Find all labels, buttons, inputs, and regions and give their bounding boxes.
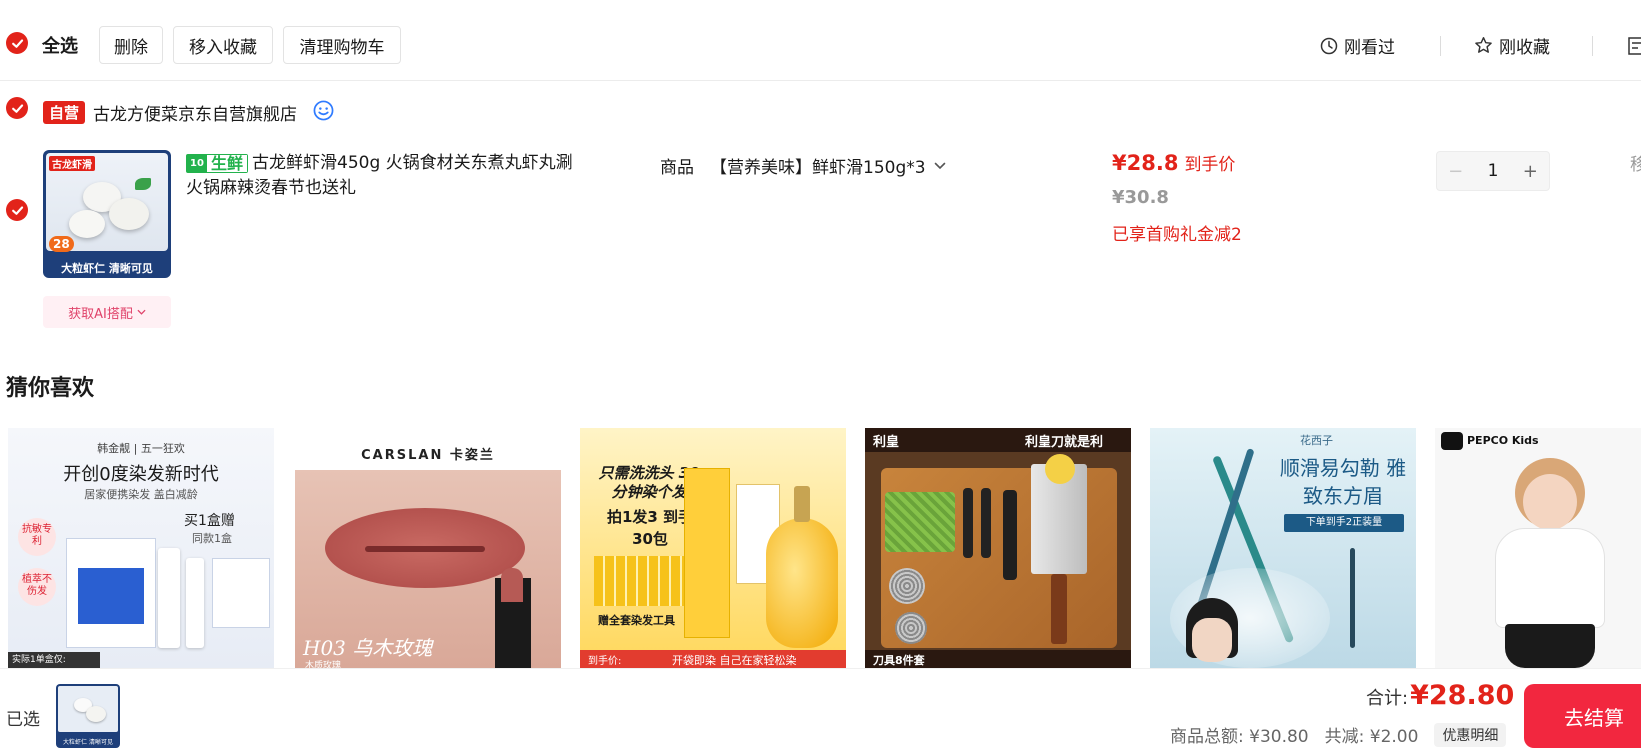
checkmark-icon: [11, 103, 23, 113]
item-checkbox[interactable]: [6, 199, 28, 221]
recommend-card[interactable]: 只需洗洗头 30分钟染个发 拍1发3 到手30包 赠全套染发工具 到手价: 开袋…: [580, 428, 846, 668]
card-headline: H03 乌木玫瑰: [303, 636, 433, 660]
toolbar-divider: [1440, 36, 1441, 56]
spec-selector[interactable]: 商品 【营养美味】鲜虾滑150g*3: [660, 153, 946, 178]
discount-detail-button[interactable]: 优惠明细: [1434, 722, 1507, 747]
card-sub: 居家便携染发 盖白减龄: [84, 488, 198, 501]
card-headline: 利皇刀就是利: [1025, 435, 1104, 450]
checkout-label: 去结算: [1564, 705, 1624, 730]
fresh-tag-icon: 10: [187, 155, 207, 172]
shop-header: 自营 古龙方便菜京东自营旗舰店: [43, 100, 334, 125]
recently-favorited-label: 刚收藏: [1499, 38, 1550, 58]
recommend-card[interactable]: 韩金靓 | 五一狂欢 开创0度染发新时代 居家便携染发 盖白减龄 抗敏专利 植萃…: [8, 428, 274, 668]
select-all-checkbox[interactable]: [6, 32, 28, 54]
card-foot: 赠全套染发工具: [598, 614, 675, 627]
toolbar-divider-line: [0, 80, 1641, 81]
fresh-tag-label: 生鲜: [207, 155, 248, 172]
recommend-card[interactable]: CARSLAN 卡姿兰 H03 乌木玫瑰 木质玫瑰: [295, 428, 561, 668]
shop-checkbox[interactable]: [6, 97, 28, 119]
spec-value: 【营养美味】鲜虾滑150g*3: [710, 158, 926, 178]
selected-item-thumbnail[interactable]: 大粒虾仁 清晰可见: [56, 684, 120, 748]
checkmark-icon: [11, 205, 23, 215]
checkout-button[interactable]: 去结算: [1524, 684, 1641, 748]
card-price-label: 到手价:: [588, 656, 622, 667]
fresh-tag: 10 生鲜: [186, 154, 249, 173]
total-value: ¥28.80: [1410, 680, 1515, 711]
card-brand: CARSLAN 卡姿兰: [361, 448, 495, 463]
original-price: ¥30.8: [1112, 187, 1169, 208]
decrease-button[interactable]: −: [1437, 161, 1474, 182]
price-block: ¥28.8 到手价: [1112, 150, 1235, 175]
card-sub: 下单到手2正装量: [1284, 514, 1404, 532]
recommend-card[interactable]: 利皇 利皇刀就是利 刀具8件套: [865, 428, 1131, 668]
card-foot: 实际1单盒仅:: [8, 652, 100, 668]
item-price: ¥28.8: [1112, 151, 1179, 175]
recently-viewed-label: 刚看过: [1344, 38, 1395, 58]
product-title-line1: 古龙鲜虾滑450g 火锅食材关东煮丸虾丸涮: [252, 153, 573, 173]
customer-service-icon[interactable]: [313, 100, 334, 125]
chevron-down-icon: [137, 309, 146, 315]
shop-name[interactable]: 古龙方便菜京东自营旗舰店: [93, 100, 297, 125]
recently-favorited-button[interactable]: 刚收藏: [1474, 33, 1550, 58]
card-badge: 植萃不伤发: [18, 568, 56, 606]
clock-icon: [1320, 37, 1338, 54]
self-operated-badge: 自营: [43, 101, 86, 124]
delete-button[interactable]: 删除: [99, 26, 163, 64]
card-brand: 利皇: [873, 435, 900, 450]
card-sub: 木质玫瑰: [305, 661, 342, 668]
product-thumbnail[interactable]: 古龙虾滑 28 大粒虾仁 清晰可见: [43, 150, 171, 278]
star-icon: [1475, 36, 1492, 53]
quantity-stepper[interactable]: − 1 +: [1436, 151, 1550, 191]
toolbar-divider: [1592, 36, 1593, 56]
product-title-line2: 火锅麻辣烫春节也送礼: [186, 178, 356, 198]
total-block: 合计: ¥28.80: [1366, 680, 1514, 711]
card-bottom: 开袋即染 自己在家轻松染: [672, 654, 797, 667]
card-brand: PEPCO Kids: [1467, 434, 1539, 447]
thumb-caption: 大粒虾仁 清晰可见: [63, 739, 113, 746]
card-headline: 顺滑易勾勒 雅致东方眉: [1279, 456, 1407, 508]
move-to-favorites-button[interactable]: 移入收藏: [173, 26, 273, 64]
card-headline: 开创0度染发新时代: [63, 464, 219, 485]
more-tool-icon[interactable]: [1628, 36, 1641, 60]
panda-icon: [1441, 432, 1463, 450]
increase-button[interactable]: +: [1512, 161, 1549, 182]
chevron-down-icon: [934, 162, 945, 169]
clear-cart-button[interactable]: 清理购物车: [283, 26, 401, 64]
promo-text[interactable]: 已享首购礼金减2: [1112, 220, 1242, 245]
card-badge: 抗敏专利: [18, 518, 56, 556]
thumb-price: 28: [49, 236, 74, 252]
thumb-brand: 古龙虾滑: [49, 156, 95, 171]
ai-match-button[interactable]: 获取AI搭配: [43, 296, 171, 328]
product-title[interactable]: 10 生鲜 古龙鲜虾滑450g 火锅食材关东煮丸虾丸涮 火锅麻辣烫春节也送礼: [186, 151, 586, 201]
recently-viewed-button[interactable]: 刚看过: [1320, 33, 1395, 58]
checkmark-icon: [11, 38, 23, 48]
recommend-card[interactable]: 花西子 顺滑易勾勒 雅致东方眉 下单到手2正装量: [1150, 428, 1416, 668]
goods-total: 商品总额: ¥30.80: [1170, 727, 1309, 747]
price-label: 到手价: [1184, 155, 1236, 175]
card-offer: 买1盒赠: [184, 513, 235, 529]
recommend-card[interactable]: PEPCO Kids: [1435, 428, 1641, 668]
discount-total: 共减: ¥2.00: [1324, 727, 1419, 747]
price-summary: 商品总额: ¥30.80 共减: ¥2.00 优惠明细: [1170, 722, 1507, 747]
card-brand: 花西子: [1300, 434, 1333, 447]
ai-match-label: 获取AI搭配: [68, 306, 133, 322]
recommend-title: 猜你喜欢: [6, 376, 95, 401]
thumb-caption: 大粒虾仁 清晰可见: [61, 262, 153, 275]
spec-label: 商品: [660, 158, 694, 178]
selected-label: 已选: [6, 710, 40, 730]
card-offer-sub: 同款1盒: [192, 532, 232, 545]
card-brand: 韩金靓 | 五一狂欢: [97, 442, 185, 455]
quantity-value[interactable]: 1: [1474, 161, 1511, 181]
card-bottom: 刀具8件套: [873, 654, 925, 667]
select-all-label[interactable]: 全选: [42, 32, 78, 58]
total-label: 合计:: [1366, 688, 1409, 709]
clipped-action[interactable]: 移: [1630, 150, 1641, 175]
